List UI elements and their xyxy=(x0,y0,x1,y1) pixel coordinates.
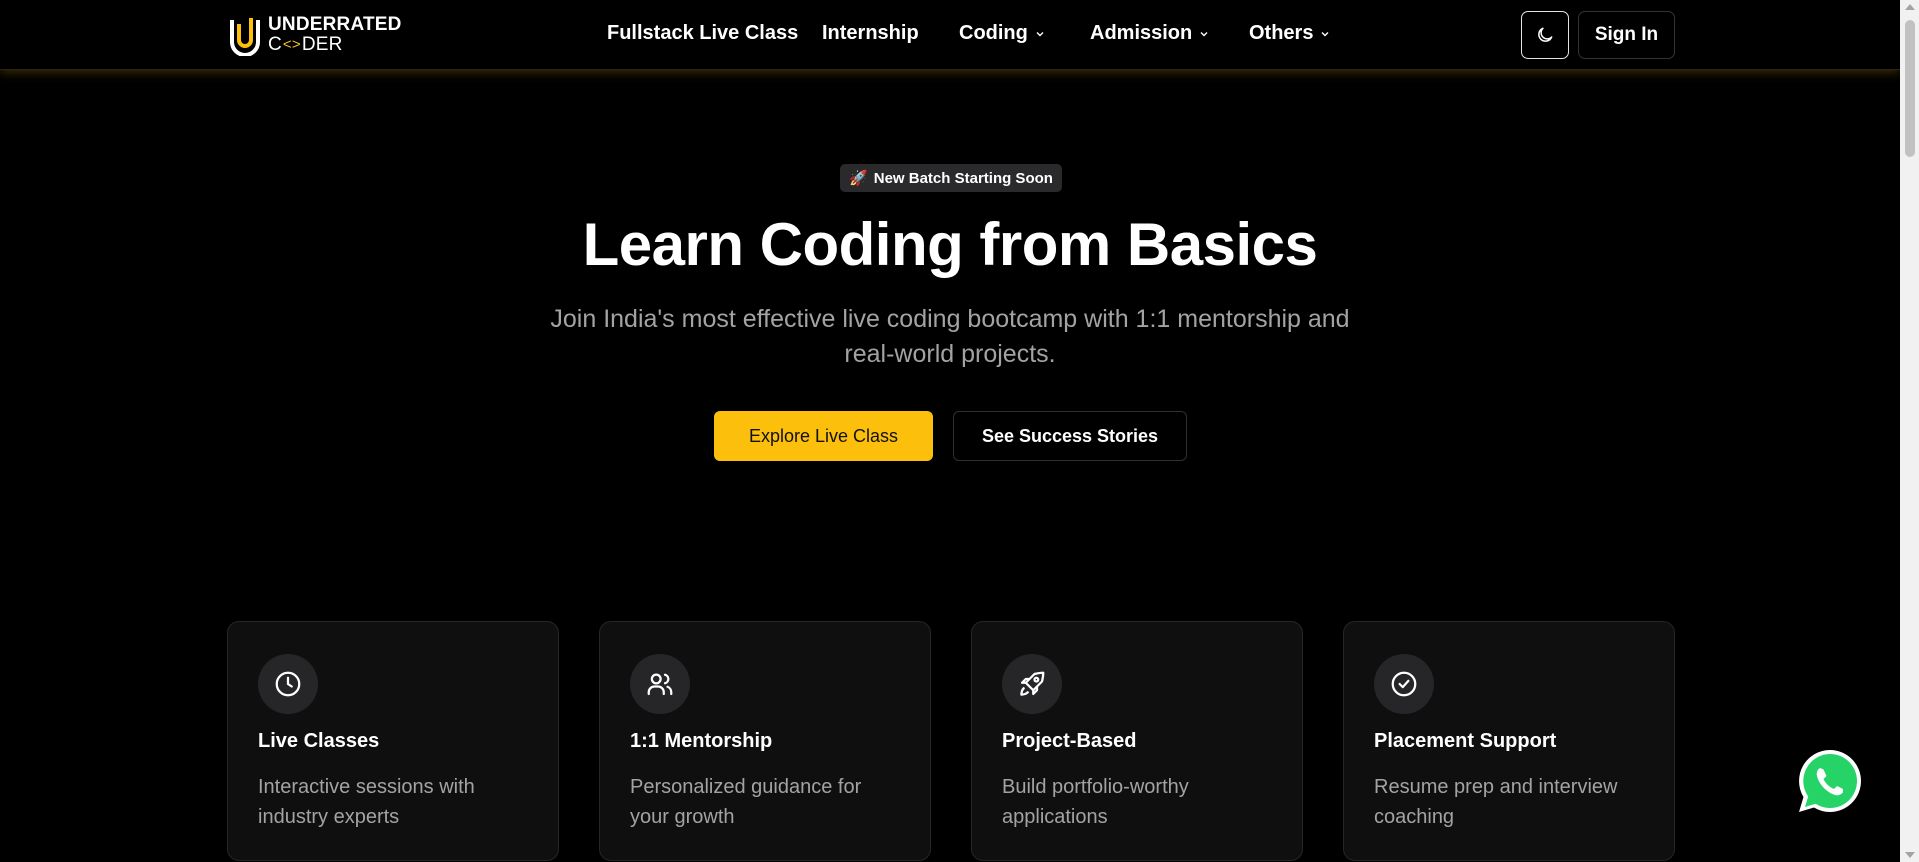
feature-title: 1:1 Mentorship xyxy=(630,730,773,752)
rocket-emoji-icon: 🚀 xyxy=(849,170,868,187)
feature-card-project-based: Project-Based Build portfolio-worthy app… xyxy=(971,621,1303,861)
users-icon xyxy=(630,654,690,714)
scroll-down-icon[interactable] xyxy=(1905,852,1915,858)
see-success-stories-button[interactable]: See Success Stories xyxy=(953,411,1187,461)
page-scrollbar[interactable] xyxy=(1900,0,1919,862)
nav-item-fullstack-live-class[interactable]: Fullstack Live Class xyxy=(607,22,798,45)
hero-subtitle: Join India's most effective live coding … xyxy=(550,305,1350,368)
site-header: UNDERRATED C <> DER Fullstack Live Class… xyxy=(0,0,1900,70)
nav-item-admission[interactable]: Admission xyxy=(1090,22,1210,45)
nav-item-internship[interactable]: Internship xyxy=(822,22,919,45)
nav-item-others[interactable]: Others xyxy=(1249,22,1331,45)
sign-in-button[interactable]: Sign In xyxy=(1578,11,1675,59)
clock-icon xyxy=(258,654,318,714)
scroll-thumb[interactable] xyxy=(1905,20,1915,157)
nav-item-coding[interactable]: Coding xyxy=(959,22,1046,45)
feature-title: Live Classes xyxy=(258,730,380,752)
rocket-icon xyxy=(1002,654,1062,714)
chevron-down-icon xyxy=(1321,31,1329,36)
feature-description: Resume prep and interview coaching xyxy=(1374,776,1618,828)
feature-card-live-classes: Live Classes Interactive sessions with i… xyxy=(227,621,559,861)
theme-toggle-button[interactable] xyxy=(1521,11,1569,59)
feature-card-mentorship: 1:1 Mentorship Personalized guidance for… xyxy=(599,621,931,861)
feature-card-placement-support: Placement Support Resume prep and interv… xyxy=(1343,621,1675,861)
chevron-down-icon xyxy=(1036,31,1044,36)
whatsapp-icon[interactable] xyxy=(1794,746,1866,818)
check-circle-icon xyxy=(1374,654,1434,714)
new-batch-badge: 🚀 New Batch Starting Soon xyxy=(840,164,1062,192)
feature-title: Placement Support xyxy=(1374,730,1557,752)
chevron-down-icon xyxy=(1200,31,1208,36)
feature-description: Build portfolio-worthy applications xyxy=(1002,776,1189,828)
moon-icon xyxy=(1538,27,1553,42)
explore-live-class-button[interactable]: Explore Live Class xyxy=(714,411,933,461)
hero-title: Learn Coding from Basics xyxy=(582,211,1318,278)
feature-description: Personalized guidance for your growth xyxy=(630,776,862,828)
scroll-up-icon[interactable] xyxy=(1905,4,1915,10)
feature-title: Project-Based xyxy=(1002,730,1137,752)
feature-description: Interactive sessions with industry exper… xyxy=(258,776,475,828)
